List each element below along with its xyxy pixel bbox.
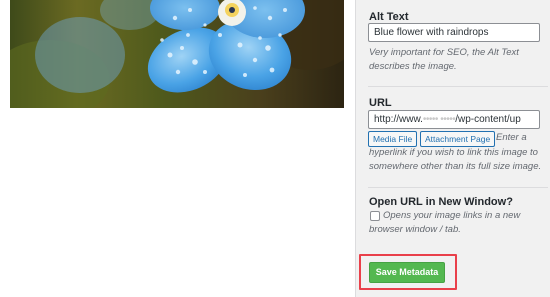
url-help-inline: Enter a: [496, 132, 527, 143]
url-help: hyperlink if you wish to link this image…: [369, 147, 542, 172]
alt-text-help: Very important for SEO, the Alt Text des…: [369, 47, 519, 72]
new-window-help: Opens your image links in a new browser …: [369, 210, 521, 235]
section-divider: [368, 187, 548, 188]
section-divider: [368, 86, 548, 87]
new-window-label: Open URL in New Window?: [369, 196, 513, 208]
url-suffix: /wp-content/up: [455, 114, 521, 125]
url-input[interactable]: http://www.••••• •••••/wp-content/up: [368, 110, 540, 129]
media-file-button[interactable]: Media File: [368, 131, 418, 147]
image-preview-area: [0, 0, 355, 297]
alt-text-label: Alt Text: [369, 11, 409, 23]
url-label: URL: [369, 97, 392, 109]
blue-flower-image: [10, 0, 344, 108]
attachment-page-button[interactable]: Attachment Page: [420, 131, 496, 147]
save-metadata-button[interactable]: Save Metadata: [369, 262, 445, 283]
alt-text-input[interactable]: Blue flower with raindrops: [368, 23, 540, 42]
url-masked-domain: ••••• •••••: [422, 114, 456, 125]
metadata-panel: Alt Text Blue flower with raindrops Very…: [356, 0, 550, 297]
url-prefix: http://www.: [374, 114, 423, 125]
